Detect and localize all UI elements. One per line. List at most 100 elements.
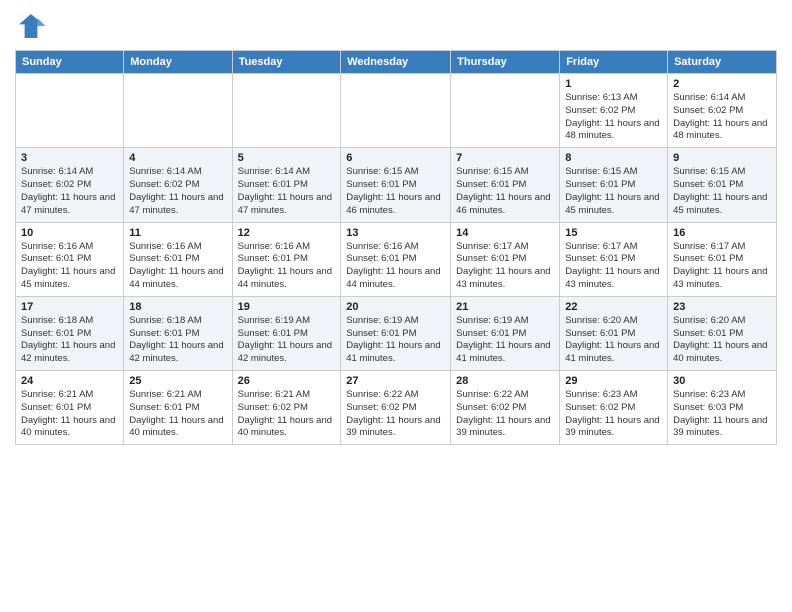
calendar-cell: 4 Sunrise: 6:14 AM Sunset: 6:02 PM Daylig… xyxy=(124,148,232,222)
calendar-header-row: SundayMondayTuesdayWednesdayThursdayFrid… xyxy=(16,51,777,74)
calendar-cell: 29 Sunrise: 6:23 AM Sunset: 6:02 PM Dayli… xyxy=(560,371,668,445)
calendar-cell: 15 Sunrise: 6:17 AM Sunset: 6:01 PM Dayli… xyxy=(560,222,668,296)
day-number: 28 xyxy=(456,375,554,387)
day-info: Sunrise: 6:14 AM Sunset: 6:02 PM Dayligh… xyxy=(129,166,226,217)
day-info: Sunrise: 6:21 AM Sunset: 6:01 PM Dayligh… xyxy=(21,389,118,440)
day-number: 29 xyxy=(565,375,662,387)
calendar-cell: 16Sunrise: 6:17 AM Sunset: 6:01 PM Dayli… xyxy=(668,222,777,296)
calendar-cell: 5 Sunrise: 6:14 AM Sunset: 6:01 PM Daylig… xyxy=(232,148,341,222)
day-number: 11 xyxy=(129,227,226,239)
calendar-cell: 14 Sunrise: 6:17 AM Sunset: 6:01 PM Dayli… xyxy=(451,222,560,296)
col-header-thursday: Thursday xyxy=(451,51,560,74)
day-number: 27 xyxy=(346,375,445,387)
day-number: 19 xyxy=(238,301,336,313)
day-info: Sunrise: 6:19 AM Sunset: 6:01 PM Dayligh… xyxy=(456,315,554,366)
day-info: Sunrise: 6:15 AM Sunset: 6:01 PM Dayligh… xyxy=(456,166,554,217)
day-number: 5 xyxy=(238,152,336,164)
day-number: 15 xyxy=(565,227,662,239)
calendar-cell: 18 Sunrise: 6:18 AM Sunset: 6:01 PM Dayli… xyxy=(124,296,232,370)
calendar-week-4: 17 Sunrise: 6:18 AM Sunset: 6:01 PM Dayli… xyxy=(16,296,777,370)
calendar-cell: 26 Sunrise: 6:21 AM Sunset: 6:02 PM Dayli… xyxy=(232,371,341,445)
calendar-week-3: 10Sunrise: 6:16 AM Sunset: 6:01 PM Dayli… xyxy=(16,222,777,296)
calendar-cell: 12Sunrise: 6:16 AM Sunset: 6:01 PM Dayli… xyxy=(232,222,341,296)
day-info: Sunrise: 6:17 AM Sunset: 6:01 PM Dayligh… xyxy=(565,241,662,292)
header xyxy=(15,10,777,42)
day-number: 9 xyxy=(673,152,771,164)
day-number: 30 xyxy=(673,375,771,387)
day-info: Sunrise: 6:19 AM Sunset: 6:01 PM Dayligh… xyxy=(346,315,445,366)
calendar-cell: 13Sunrise: 6:16 AM Sunset: 6:01 PM Dayli… xyxy=(341,222,451,296)
logo xyxy=(15,10,51,42)
day-info: Sunrise: 6:23 AM Sunset: 6:03 PM Dayligh… xyxy=(673,389,771,440)
calendar-cell xyxy=(341,74,451,148)
day-number: 22 xyxy=(565,301,662,313)
day-number: 23 xyxy=(673,301,771,313)
day-info: Sunrise: 6:20 AM Sunset: 6:01 PM Dayligh… xyxy=(565,315,662,366)
day-info: Sunrise: 6:22 AM Sunset: 6:02 PM Dayligh… xyxy=(346,389,445,440)
calendar-cell: 19 Sunrise: 6:19 AM Sunset: 6:01 PM Dayli… xyxy=(232,296,341,370)
calendar-cell: 30 Sunrise: 6:23 AM Sunset: 6:03 PM Dayli… xyxy=(668,371,777,445)
day-info: Sunrise: 6:18 AM Sunset: 6:01 PM Dayligh… xyxy=(129,315,226,366)
day-info: Sunrise: 6:17 AM Sunset: 6:01 PM Dayligh… xyxy=(456,241,554,292)
calendar: SundayMondayTuesdayWednesdayThursdayFrid… xyxy=(15,50,777,445)
calendar-cell: 8 Sunrise: 6:15 AM Sunset: 6:01 PM Daylig… xyxy=(560,148,668,222)
calendar-cell: 20 Sunrise: 6:19 AM Sunset: 6:01 PM Dayli… xyxy=(341,296,451,370)
day-number: 3 xyxy=(21,152,118,164)
day-info: Sunrise: 6:21 AM Sunset: 6:02 PM Dayligh… xyxy=(238,389,336,440)
day-number: 21 xyxy=(456,301,554,313)
calendar-cell: 22 Sunrise: 6:20 AM Sunset: 6:01 PM Dayli… xyxy=(560,296,668,370)
calendar-cell: 28 Sunrise: 6:22 AM Sunset: 6:02 PM Dayli… xyxy=(451,371,560,445)
calendar-cell: 25 Sunrise: 6:21 AM Sunset: 6:01 PM Dayli… xyxy=(124,371,232,445)
day-info: Sunrise: 6:16 AM Sunset: 6:01 PM Dayligh… xyxy=(346,241,445,292)
calendar-cell: 6Sunrise: 6:15 AM Sunset: 6:01 PM Daylig… xyxy=(341,148,451,222)
calendar-cell: 10Sunrise: 6:16 AM Sunset: 6:01 PM Dayli… xyxy=(16,222,124,296)
calendar-cell: 9 Sunrise: 6:15 AM Sunset: 6:01 PM Daylig… xyxy=(668,148,777,222)
day-number: 20 xyxy=(346,301,445,313)
day-number: 12 xyxy=(238,227,336,239)
calendar-week-5: 24 Sunrise: 6:21 AM Sunset: 6:01 PM Dayli… xyxy=(16,371,777,445)
day-info: Sunrise: 6:18 AM Sunset: 6:01 PM Dayligh… xyxy=(21,315,118,366)
day-info: Sunrise: 6:22 AM Sunset: 6:02 PM Dayligh… xyxy=(456,389,554,440)
calendar-week-1: 1Sunrise: 6:13 AM Sunset: 6:02 PM Daylig… xyxy=(16,74,777,148)
col-header-saturday: Saturday xyxy=(668,51,777,74)
day-info: Sunrise: 6:16 AM Sunset: 6:01 PM Dayligh… xyxy=(129,241,226,292)
day-info: Sunrise: 6:14 AM Sunset: 6:01 PM Dayligh… xyxy=(238,166,336,217)
calendar-cell xyxy=(16,74,124,148)
day-info: Sunrise: 6:23 AM Sunset: 6:02 PM Dayligh… xyxy=(565,389,662,440)
calendar-cell xyxy=(232,74,341,148)
day-number: 25 xyxy=(129,375,226,387)
day-number: 7 xyxy=(456,152,554,164)
calendar-cell: 1Sunrise: 6:13 AM Sunset: 6:02 PM Daylig… xyxy=(560,74,668,148)
calendar-cell: 21 Sunrise: 6:19 AM Sunset: 6:01 PM Dayli… xyxy=(451,296,560,370)
calendar-cell: 17 Sunrise: 6:18 AM Sunset: 6:01 PM Dayli… xyxy=(16,296,124,370)
day-info: Sunrise: 6:15 AM Sunset: 6:01 PM Dayligh… xyxy=(565,166,662,217)
day-info: Sunrise: 6:19 AM Sunset: 6:01 PM Dayligh… xyxy=(238,315,336,366)
calendar-cell: 2Sunrise: 6:14 AM Sunset: 6:02 PM Daylig… xyxy=(668,74,777,148)
logo-icon xyxy=(15,10,47,42)
day-number: 17 xyxy=(21,301,118,313)
day-number: 6 xyxy=(346,152,445,164)
col-header-wednesday: Wednesday xyxy=(341,51,451,74)
day-number: 14 xyxy=(456,227,554,239)
day-info: Sunrise: 6:21 AM Sunset: 6:01 PM Dayligh… xyxy=(129,389,226,440)
calendar-cell: 24 Sunrise: 6:21 AM Sunset: 6:01 PM Dayli… xyxy=(16,371,124,445)
day-info: Sunrise: 6:20 AM Sunset: 6:01 PM Dayligh… xyxy=(673,315,771,366)
day-info: Sunrise: 6:16 AM Sunset: 6:01 PM Dayligh… xyxy=(21,241,118,292)
day-number: 18 xyxy=(129,301,226,313)
calendar-cell xyxy=(124,74,232,148)
day-number: 4 xyxy=(129,152,226,164)
day-info: Sunrise: 6:14 AM Sunset: 6:02 PM Dayligh… xyxy=(673,92,771,143)
day-number: 24 xyxy=(21,375,118,387)
calendar-week-2: 3 Sunrise: 6:14 AM Sunset: 6:02 PM Daylig… xyxy=(16,148,777,222)
page: SundayMondayTuesdayWednesdayThursdayFrid… xyxy=(0,0,792,612)
calendar-cell: 27 Sunrise: 6:22 AM Sunset: 6:02 PM Dayli… xyxy=(341,371,451,445)
col-header-sunday: Sunday xyxy=(16,51,124,74)
col-header-tuesday: Tuesday xyxy=(232,51,341,74)
col-header-monday: Monday xyxy=(124,51,232,74)
day-info: Sunrise: 6:15 AM Sunset: 6:01 PM Dayligh… xyxy=(673,166,771,217)
day-info: Sunrise: 6:17 AM Sunset: 6:01 PM Dayligh… xyxy=(673,241,771,292)
calendar-cell: 11 Sunrise: 6:16 AM Sunset: 6:01 PM Dayli… xyxy=(124,222,232,296)
day-number: 26 xyxy=(238,375,336,387)
day-number: 8 xyxy=(565,152,662,164)
day-number: 1 xyxy=(565,78,662,90)
